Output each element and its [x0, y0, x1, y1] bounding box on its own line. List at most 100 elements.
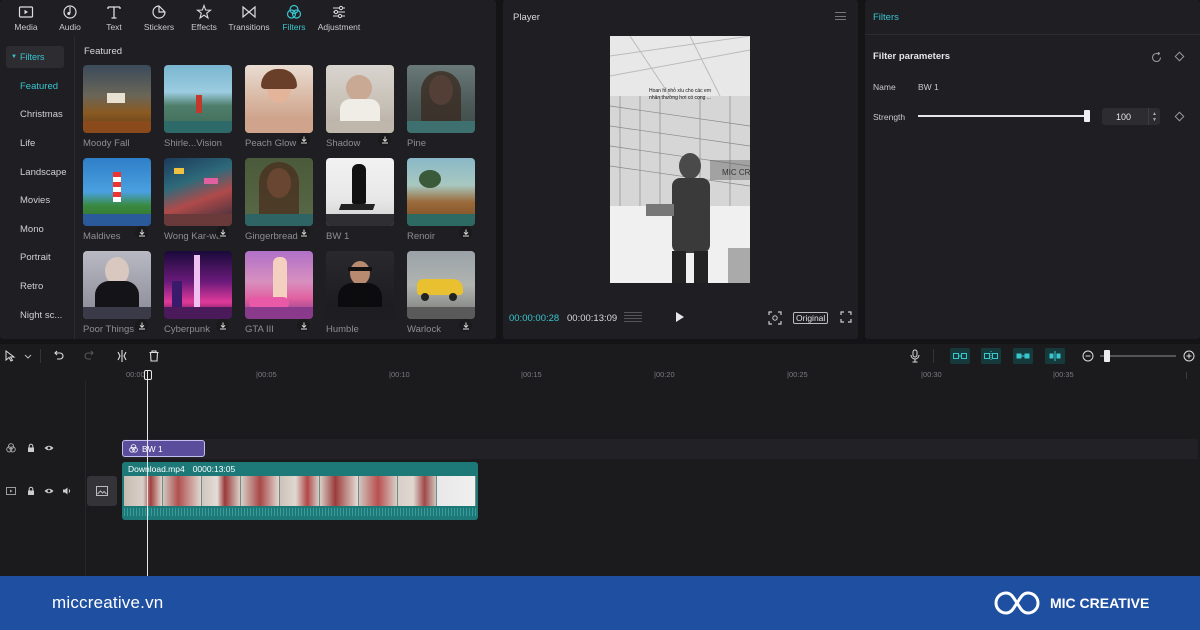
filter-thumbnail[interactable] — [83, 65, 151, 133]
delete-icon[interactable] — [148, 350, 160, 362]
chevron-down-icon[interactable] — [24, 354, 32, 360]
strength-keyframe-icon[interactable] — [1174, 111, 1185, 122]
select-cursor-icon[interactable] — [5, 350, 17, 362]
filter-card[interactable]: Shadow — [326, 65, 394, 149]
sidebar-item-mono[interactable]: Mono — [0, 215, 74, 244]
sidebar-item-movies[interactable]: Movies — [0, 186, 74, 215]
tool-effects[interactable]: Effects — [182, 0, 226, 36]
filter-card[interactable]: Shirle...Vision — [164, 65, 232, 149]
filter-card[interactable]: Wong Kar-wai — [164, 158, 232, 242]
sidebar-item-featured[interactable]: Featured — [0, 72, 74, 101]
link-clips-toggle[interactable] — [950, 348, 970, 364]
filter-card[interactable]: Peach Glow — [245, 65, 313, 149]
filter-card[interactable]: Moody Fall — [83, 65, 151, 149]
filter-thumbnail[interactable] — [164, 158, 232, 226]
cover-button[interactable] — [87, 476, 117, 506]
preview-axis-toggle[interactable] — [1013, 348, 1033, 364]
download-icon[interactable] — [135, 319, 148, 332]
tool-text[interactable]: Text — [92, 0, 136, 36]
filter-thumbnail[interactable] — [245, 158, 313, 226]
stepper-icon[interactable]: ▲ ▼ — [1148, 108, 1160, 125]
filter-thumbnail[interactable] — [407, 65, 475, 133]
filter-thumbnail[interactable] — [326, 158, 394, 226]
filter-card[interactable]: Maldives — [83, 158, 151, 242]
filter-thumbnail[interactable] — [326, 251, 394, 319]
microphone-icon[interactable] — [909, 349, 921, 363]
volume-icon[interactable] — [62, 486, 72, 496]
fullscreen-icon[interactable] — [840, 311, 852, 323]
redo-icon[interactable] — [84, 350, 96, 362]
download-icon[interactable] — [459, 319, 472, 332]
timeline-marks-icon[interactable] — [624, 312, 642, 324]
download-icon[interactable] — [216, 319, 229, 332]
zoom-out-icon[interactable] — [1082, 350, 1094, 362]
filter-card[interactable]: Renoir — [407, 158, 475, 242]
playhead-handle[interactable] — [144, 370, 152, 380]
strength-input[interactable]: 100 ▲ ▼ — [1102, 108, 1160, 125]
tool-audio[interactable]: Audio — [48, 0, 92, 36]
sidebar-item-retro[interactable]: Retro — [0, 272, 74, 301]
tool-transitions[interactable]: Transitions — [226, 0, 272, 36]
eye-icon[interactable] — [44, 486, 54, 496]
playhead[interactable] — [147, 370, 148, 576]
filter-thumbnail[interactable] — [83, 251, 151, 319]
filter-thumbnail[interactable] — [245, 251, 313, 319]
lock-icon[interactable] — [26, 443, 36, 453]
sidebar-item-christmas[interactable]: Christmas — [0, 101, 74, 130]
filter-thumbnail[interactable] — [407, 251, 475, 319]
sidebar-item-portrait[interactable]: Portrait — [0, 244, 74, 273]
menu-icon[interactable] — [835, 12, 846, 20]
lock-icon[interactable] — [26, 486, 36, 496]
properties-tab-filters[interactable]: Filters — [873, 12, 899, 23]
filter-thumbnail[interactable] — [83, 158, 151, 226]
play-button[interactable] — [676, 312, 684, 322]
main-track-toggle[interactable] — [1045, 348, 1065, 364]
clip-frame — [397, 476, 437, 506]
filters-category-header[interactable]: ▼ Filters — [6, 46, 64, 68]
sidebar-item-life[interactable]: Life — [0, 129, 74, 158]
eye-icon[interactable] — [44, 443, 54, 453]
filter-thumbnail[interactable] — [407, 158, 475, 226]
filter-thumbnail[interactable] — [164, 65, 232, 133]
original-ratio-button[interactable]: Original — [793, 312, 829, 324]
strength-slider-handle[interactable] — [1084, 110, 1090, 122]
filter-thumbnail[interactable] — [326, 65, 394, 133]
tool-media[interactable]: Media — [4, 0, 48, 36]
download-icon[interactable] — [216, 226, 229, 239]
download-icon[interactable] — [297, 319, 310, 332]
download-icon[interactable] — [135, 226, 148, 239]
keyframe-diamond-icon[interactable] — [1174, 51, 1185, 62]
video-clip[interactable]: Download.mp4 0000:13:05 — [122, 462, 478, 520]
sidebar-item-night-scene[interactable]: Night sc... — [0, 301, 74, 330]
split-icon[interactable] — [116, 350, 128, 362]
filter-thumbnail[interactable] — [164, 251, 232, 319]
snap-toggle[interactable] — [981, 348, 1001, 364]
timeline-ruler[interactable]: 00:00 |00:05 |00:10 |00:15 |00:20 |00:25… — [124, 368, 1200, 380]
filter-card[interactable]: Poor Things — [83, 251, 151, 335]
filter-track — [122, 439, 1198, 459]
filter-card[interactable]: Humble — [326, 251, 394, 335]
tool-stickers[interactable]: Stickers — [136, 0, 182, 36]
tool-filters[interactable]: Filters — [272, 0, 316, 36]
strength-slider-track[interactable] — [918, 115, 1088, 117]
filter-card[interactable]: Gingerbread — [245, 158, 313, 242]
filter-clip[interactable]: BW 1 — [122, 440, 205, 457]
download-icon[interactable] — [297, 133, 310, 146]
download-icon[interactable] — [378, 133, 391, 146]
filter-card[interactable]: GTA III — [245, 251, 313, 335]
filter-card[interactable]: Cyberpunk — [164, 251, 232, 335]
zoom-slider-track[interactable] — [1100, 355, 1176, 357]
reset-icon[interactable] — [1151, 52, 1162, 63]
undo-icon[interactable] — [52, 350, 64, 362]
filter-card[interactable]: Pine — [407, 65, 475, 149]
zoom-slider-handle[interactable] — [1104, 350, 1110, 362]
fullscreen-focus-icon[interactable] — [768, 311, 782, 325]
tool-adjustment[interactable]: Adjustment — [316, 0, 362, 36]
download-icon[interactable] — [297, 226, 310, 239]
filter-thumbnail[interactable] — [245, 65, 313, 133]
sidebar-item-landscape[interactable]: Landscape — [0, 158, 74, 187]
zoom-in-icon[interactable] — [1183, 350, 1195, 362]
filter-card[interactable]: BW 1 — [326, 158, 394, 242]
filter-card[interactable]: Warlock — [407, 251, 475, 335]
download-icon[interactable] — [459, 226, 472, 239]
